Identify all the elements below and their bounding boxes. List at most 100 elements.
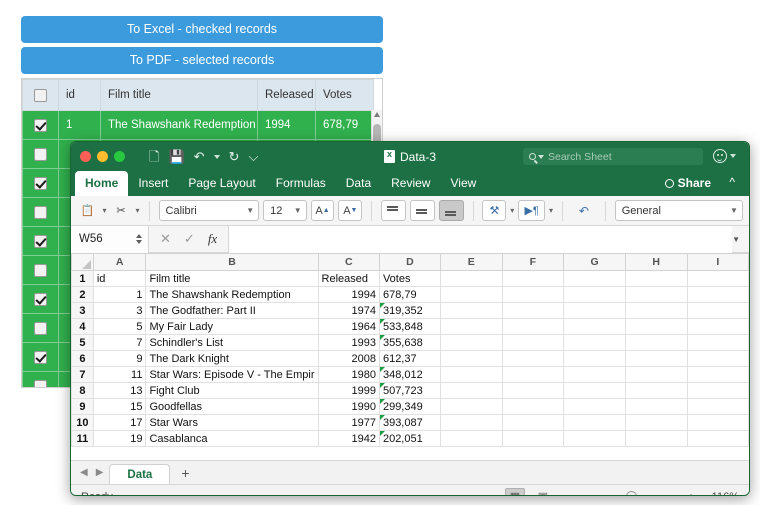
cell-C7[interactable]: 1980 bbox=[317, 366, 380, 383]
column-header-f[interactable]: F bbox=[501, 253, 565, 271]
number-format-select[interactable]: General ▼ bbox=[614, 200, 743, 221]
cell-F7[interactable] bbox=[501, 366, 565, 383]
cell-F3[interactable] bbox=[501, 302, 565, 319]
row-checkbox[interactable] bbox=[34, 321, 47, 335]
cell-E10[interactable] bbox=[439, 414, 503, 431]
cell-D6[interactable]: 612,37 bbox=[378, 350, 441, 367]
cell-I6[interactable] bbox=[686, 350, 749, 367]
cell-I10[interactable] bbox=[686, 414, 749, 431]
row-checkbox[interactable] bbox=[34, 147, 47, 161]
cell-D9[interactable]: 299,349 bbox=[378, 398, 441, 415]
row-checkbox[interactable] bbox=[34, 379, 47, 387]
wrap-text-button[interactable]: ↶ bbox=[572, 200, 596, 221]
formula-input[interactable] bbox=[228, 225, 733, 253]
orientation-dropdown-icon[interactable]: ▾ bbox=[510, 206, 514, 215]
cell-F10[interactable] bbox=[501, 414, 565, 431]
next-sheet-icon[interactable]: ▶ bbox=[94, 467, 106, 478]
grow-font-button[interactable]: A ▲ bbox=[310, 200, 335, 221]
cell-A2[interactable]: 1 bbox=[92, 286, 147, 303]
column-header-e[interactable]: E bbox=[439, 253, 503, 271]
cell-I2[interactable] bbox=[686, 286, 749, 303]
collapse-ribbon-icon[interactable]: ^ bbox=[729, 176, 735, 188]
cell-H9[interactable] bbox=[624, 398, 688, 415]
cell-B8[interactable]: Fight Club bbox=[145, 382, 319, 399]
cell-B9[interactable]: Goodfellas bbox=[145, 398, 319, 415]
cell-C8[interactable]: 1999 bbox=[317, 382, 380, 399]
cell-E6[interactable] bbox=[439, 350, 503, 367]
confirm-check-icon[interactable]: ✓ bbox=[184, 231, 195, 247]
cell-D7[interactable]: 348,012 bbox=[378, 366, 441, 383]
zoom-in-button[interactable]: + bbox=[685, 490, 697, 496]
zoom-out-button[interactable]: − bbox=[561, 490, 573, 496]
cell-B10[interactable]: Star Wars bbox=[145, 414, 319, 431]
cell-B5[interactable]: Schindler's List bbox=[145, 334, 319, 351]
cell-E8[interactable] bbox=[439, 382, 503, 399]
column-header-i[interactable]: I bbox=[686, 253, 749, 271]
cell-I7[interactable] bbox=[686, 366, 749, 383]
cell-I11[interactable] bbox=[686, 430, 749, 447]
cell-E7[interactable] bbox=[439, 366, 503, 383]
cell-G5[interactable] bbox=[563, 334, 626, 351]
cell-H3[interactable] bbox=[624, 302, 688, 319]
tab-review[interactable]: Review bbox=[381, 171, 440, 196]
cell-D2[interactable]: 678,79 bbox=[378, 286, 441, 303]
row-header-6[interactable]: 6 bbox=[71, 350, 94, 367]
close-window-icon[interactable] bbox=[80, 151, 91, 162]
table-row[interactable]: 1 The Shawshank Redemption 1994 678,79 bbox=[22, 110, 374, 140]
align-top-button[interactable] bbox=[381, 200, 406, 221]
spinner-down-icon[interactable] bbox=[136, 240, 142, 244]
cell-H1[interactable] bbox=[624, 270, 688, 287]
cell-A1[interactable]: id bbox=[92, 270, 147, 287]
cell-D8[interactable]: 507,723 bbox=[378, 382, 441, 399]
cell-C4[interactable]: 1964 bbox=[317, 318, 380, 335]
row-header-5[interactable]: 5 bbox=[71, 334, 94, 351]
cell-G10[interactable] bbox=[563, 414, 626, 431]
sheet-tab-data[interactable]: Data bbox=[109, 463, 171, 485]
cell-A10[interactable]: 17 bbox=[92, 414, 147, 431]
tab-formulas[interactable]: Formulas bbox=[266, 171, 336, 196]
cell-D5[interactable]: 355,638 bbox=[378, 334, 441, 351]
cell-B3[interactable]: The Godfather: Part II bbox=[145, 302, 319, 319]
cell-B11[interactable]: Casablanca bbox=[145, 430, 319, 447]
cell-B7[interactable]: Star Wars: Episode V - The Empir bbox=[145, 366, 319, 383]
cell-C9[interactable]: 1990 bbox=[317, 398, 380, 415]
column-header-g[interactable]: G bbox=[563, 253, 626, 271]
row-checkbox[interactable] bbox=[34, 205, 47, 219]
text-direction-button[interactable]: ▶¶ bbox=[518, 200, 546, 221]
search-scope-chevron-icon[interactable] bbox=[538, 154, 544, 159]
cell-E9[interactable] bbox=[439, 398, 503, 415]
row-header-3[interactable]: 3 bbox=[71, 302, 94, 319]
cell-F11[interactable] bbox=[501, 430, 565, 447]
spinner-up-icon[interactable] bbox=[136, 234, 142, 238]
cell-E4[interactable] bbox=[439, 318, 503, 335]
minimize-window-icon[interactable] bbox=[97, 151, 108, 162]
row-checkbox[interactable] bbox=[34, 292, 47, 306]
row-checkbox[interactable] bbox=[34, 118, 47, 132]
zoom-slider[interactable] bbox=[581, 488, 677, 495]
cell-C10[interactable]: 1977 bbox=[317, 414, 380, 431]
cell-F1[interactable] bbox=[501, 270, 565, 287]
cell-A4[interactable]: 5 bbox=[92, 318, 147, 335]
row-checkbox[interactable] bbox=[34, 263, 47, 277]
cell-A11[interactable]: 19 bbox=[92, 430, 147, 447]
cell-I3[interactable] bbox=[686, 302, 749, 319]
cell-E11[interactable] bbox=[439, 430, 503, 447]
cell-H8[interactable] bbox=[624, 382, 688, 399]
select-all-cells-button[interactable] bbox=[71, 253, 94, 271]
select-all-checkbox[interactable] bbox=[34, 88, 47, 102]
cell-F5[interactable] bbox=[501, 334, 565, 351]
zoom-level-label[interactable]: 116% bbox=[705, 491, 739, 496]
row-header-2[interactable]: 2 bbox=[71, 286, 94, 303]
cell-I5[interactable] bbox=[686, 334, 749, 351]
shrink-font-button[interactable]: A ▼ bbox=[338, 200, 363, 221]
cell-D10[interactable]: 393,087 bbox=[378, 414, 441, 431]
tab-view[interactable]: View bbox=[440, 171, 486, 196]
cell-H10[interactable] bbox=[624, 414, 688, 431]
column-header-d[interactable]: D bbox=[378, 253, 441, 271]
cell-H2[interactable] bbox=[624, 286, 688, 303]
cell-E2[interactable] bbox=[439, 286, 503, 303]
cell-E3[interactable] bbox=[439, 302, 503, 319]
cell-G11[interactable] bbox=[563, 430, 626, 447]
align-bottom-button[interactable] bbox=[438, 200, 464, 221]
column-header-b[interactable]: B bbox=[145, 253, 319, 271]
